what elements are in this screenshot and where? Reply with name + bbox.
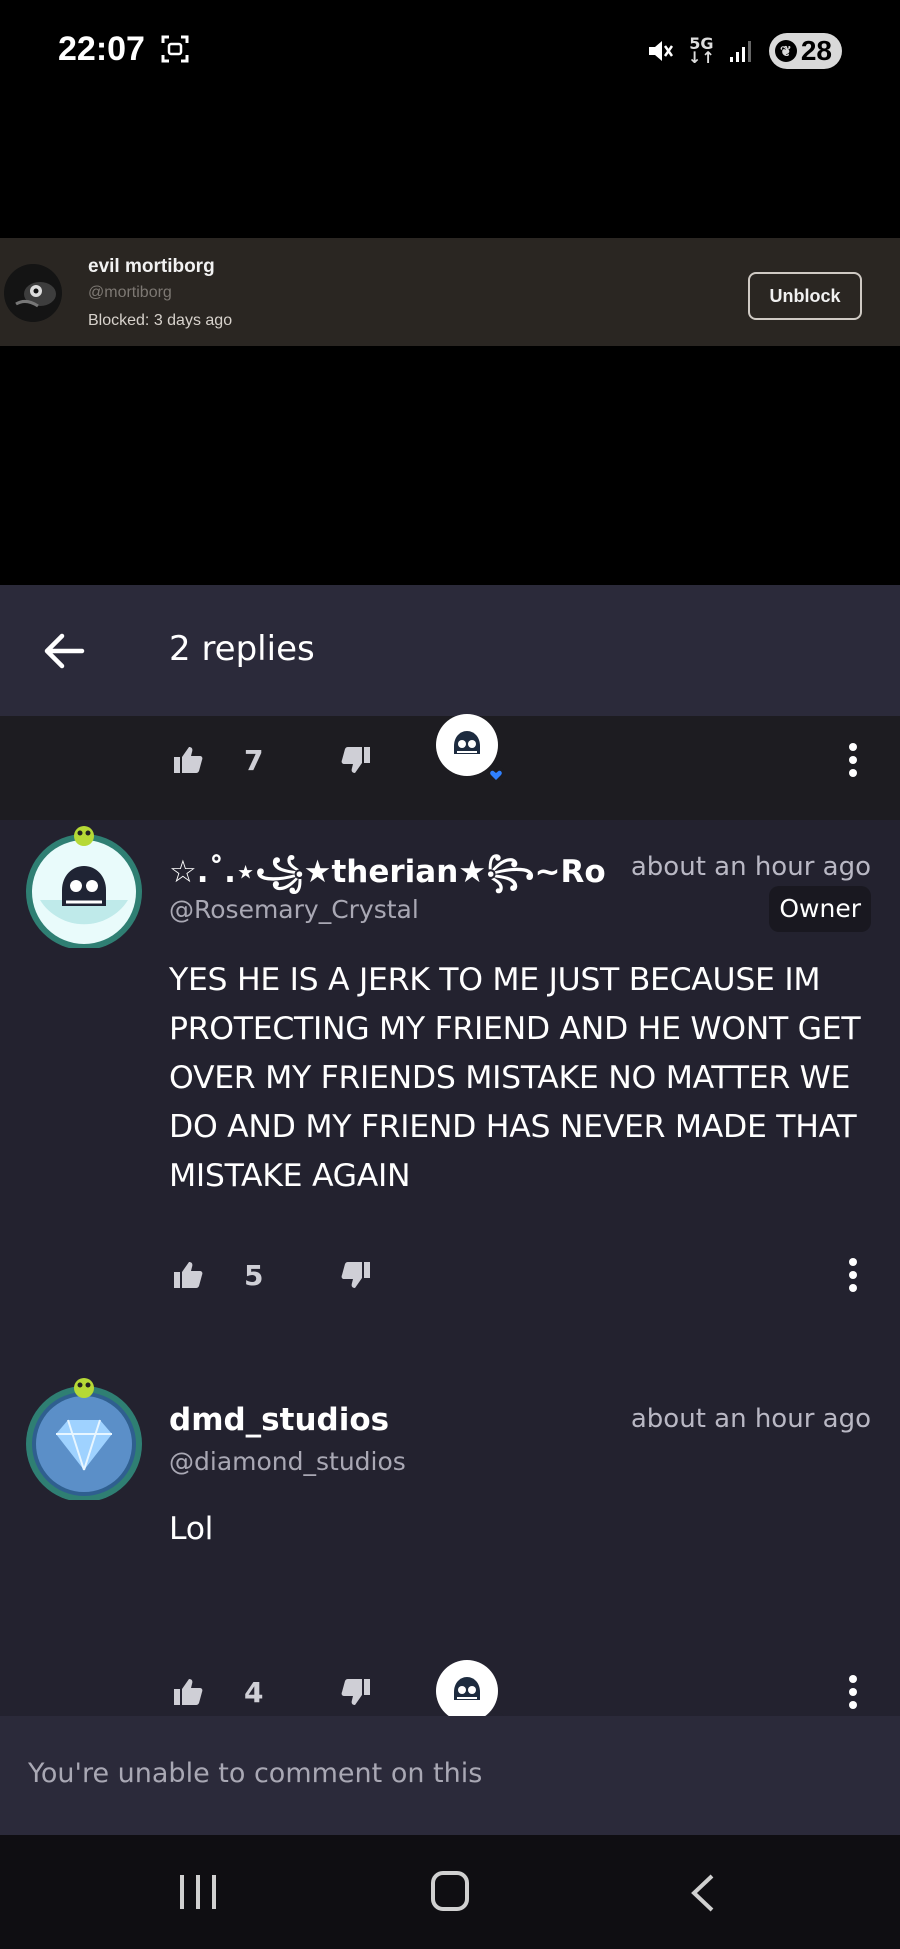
blocked-user-card: evil mortiborg @mortiborg Blocked: 3 day… [0,238,900,346]
thumbs-down-icon[interactable] [340,1676,372,1708]
like-count: 4 [244,1676,264,1709]
comment-time: about an hour ago [630,1404,871,1434]
more-options-icon[interactable] [848,1257,858,1293]
status-time: 22:07 [58,30,145,68]
user-avatar[interactable] [24,1372,144,1500]
comment-handle[interactable]: @Rosemary_Crystal [169,895,419,924]
comment-action-row: 5 [0,1245,900,1305]
comment-author[interactable]: dmd_studios [169,1402,389,1438]
blocked-user-handle: @mortiborg [88,284,172,301]
thumbs-down-icon[interactable] [340,1259,372,1291]
thumbs-up-icon[interactable] [172,744,204,776]
battery-saver-icon: ❦ [774,40,797,62]
signal-icon [729,41,751,62]
reply-comment: dmd_studios about an hour ago @diamond_s… [0,1372,900,1728]
comment-composer: You're unable to comment on this [0,1716,900,1835]
home-icon[interactable] [431,1871,469,1911]
thumbs-down-icon[interactable] [340,744,372,776]
mute-icon [649,41,674,61]
parent-action-row: 7 [0,714,900,790]
back-arrow-icon[interactable] [42,631,86,671]
like-count: 7 [244,744,264,777]
battery-level: 28 [800,35,832,66]
page-title: 2 replies [169,629,315,669]
blocked-user-name: evil mortiborg [88,256,215,277]
status-icons: 5G ↓↑ ❦ 28 [646,32,842,70]
battery-indicator: ❦ 28 [768,33,842,69]
comment-text: Lol [169,1511,214,1547]
comment-text: YES HE IS A JERK TO ME JUST BECAUSE IM P… [169,962,861,1194]
parent-comment-actions: 7 [0,714,900,820]
comment-disabled-message: You're unable to comment on this [28,1758,483,1789]
comment-action-row: 4 [0,1660,900,1728]
comment-handle[interactable]: @diamond_studios [169,1447,406,1476]
nav-back-icon[interactable] [688,1873,718,1913]
status-bar: 22:07 5G ↓↑ ❦ 28 [0,0,900,100]
network-indicator: 5G ↓↑ [688,34,715,67]
owner-badge: Owner [769,886,871,932]
owner-heart-icon [436,714,504,782]
panel-header: 2 replies [0,585,900,716]
comment-time: about an hour ago [630,852,871,882]
replies-panel: 2 replies 7 ☆.˚.⋆꧁★therian★꧂~Ro about an… [0,585,900,1835]
user-avatar[interactable] [24,820,144,948]
thumbs-up-icon[interactable] [172,1676,204,1708]
thumbs-up-icon[interactable] [172,1259,204,1291]
more-options-icon[interactable] [848,1674,858,1710]
reply-comment: ☆.˚.⋆꧁★therian★꧂~Ro about an hour ago @R… [0,820,900,1340]
like-count: 5 [244,1259,264,1292]
blocked-time: Blocked: 3 days ago [88,312,233,329]
recent-apps-icon[interactable] [178,1873,218,1911]
screenshot-icon [161,35,189,63]
system-nav-bar [0,1835,900,1949]
more-options-icon[interactable] [848,742,858,778]
blocked-user-avatar [4,264,62,322]
unblock-button[interactable]: Unblock [748,272,862,320]
avatar-image [4,264,62,322]
